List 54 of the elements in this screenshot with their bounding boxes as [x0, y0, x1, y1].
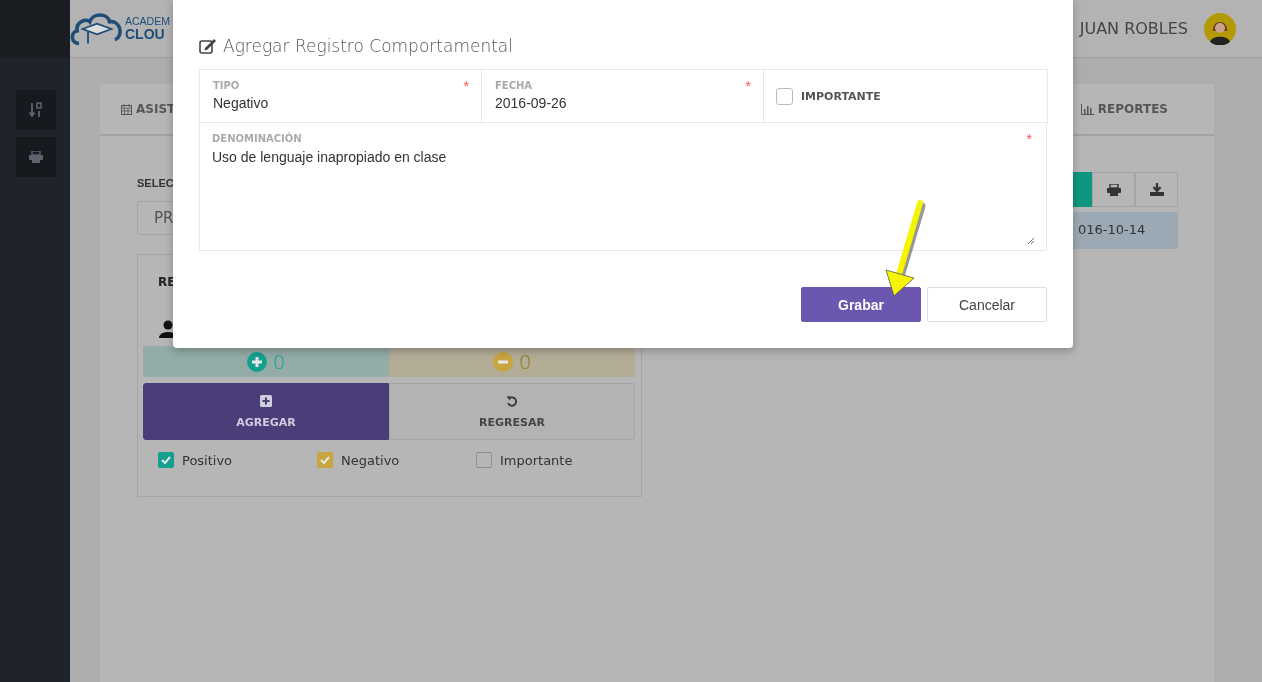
negative-count: 0 — [518, 349, 532, 374]
checkbox-label: IMPORTANTE — [801, 89, 881, 103]
print-icon — [1106, 183, 1121, 196]
cloud-cap-icon — [70, 10, 124, 47]
positive-count: 0 — [272, 349, 286, 374]
plus-circle-icon — [246, 351, 267, 372]
text-field[interactable]: FECHA * 2016-09-26 — [481, 69, 764, 123]
tab[interactable]: REPORTES — [1080, 102, 1168, 116]
checkbox-label: Importante — [500, 452, 573, 468]
sort-button[interactable] — [16, 90, 56, 130]
checkbox-label: Negativo — [341, 452, 400, 468]
check-icon — [320, 456, 330, 464]
resize-handle-icon[interactable] — [1027, 237, 1034, 244]
edit-icon — [199, 38, 217, 54]
avatar[interactable] — [1204, 12, 1236, 45]
plus-square-icon — [260, 394, 272, 407]
required-mark: * — [1026, 133, 1032, 145]
calendar-icon — [121, 103, 132, 115]
logo-text: CLOU — [125, 26, 166, 41]
field-value: 2016-09-26 — [495, 95, 568, 111]
modal-title: Agregar Registro Comportamental — [223, 36, 513, 56]
required-mark: * — [463, 80, 469, 92]
print-button[interactable] — [1092, 172, 1135, 207]
checkbox[interactable] — [776, 87, 793, 105]
section-label: SELEC — [137, 177, 175, 189]
add-button[interactable]: AGREGAR — [143, 383, 389, 440]
print-icon — [29, 151, 43, 163]
checkbox-label: Positivo — [182, 452, 233, 468]
undo-icon — [506, 394, 518, 407]
field-value: Negativo — [213, 95, 270, 111]
minus-circle-icon — [492, 351, 513, 372]
text-field[interactable]: TIPO * Negativo — [199, 69, 482, 123]
checkbox[interactable] — [317, 452, 333, 468]
text-area[interactable]: DENOMINACIÓN * Uso de lenguaje inapropiado en clase — [199, 123, 1047, 251]
download-icon — [1149, 183, 1164, 196]
check-icon — [161, 456, 171, 464]
user-name: JUAN ROBLES — [1079, 19, 1188, 38]
sort-icon — [29, 102, 43, 118]
field-value: Uso de lenguaje inapropiado en clase — [212, 149, 448, 165]
save-button[interactable]: Grabar — [801, 287, 921, 322]
back-button[interactable]: REGRESAR — [389, 383, 635, 440]
print-button[interactable] — [16, 137, 56, 177]
checkbox[interactable] — [158, 452, 174, 468]
bar-chart-icon — [1080, 103, 1094, 115]
checkbox[interactable] — [476, 452, 492, 468]
field-label: FECHA — [495, 80, 533, 91]
logo-text: ACADEM — [125, 16, 170, 27]
field-label: DENOMINACIÓN — [212, 133, 302, 144]
field-label: TIPO — [213, 80, 240, 91]
date-range: 016-10-14 — [1078, 222, 1146, 237]
required-mark: * — [745, 80, 751, 92]
download-button[interactable] — [1135, 172, 1178, 207]
tab[interactable]: ASIST — [121, 102, 176, 116]
cancel-button[interactable]: Cancelar — [927, 287, 1047, 322]
